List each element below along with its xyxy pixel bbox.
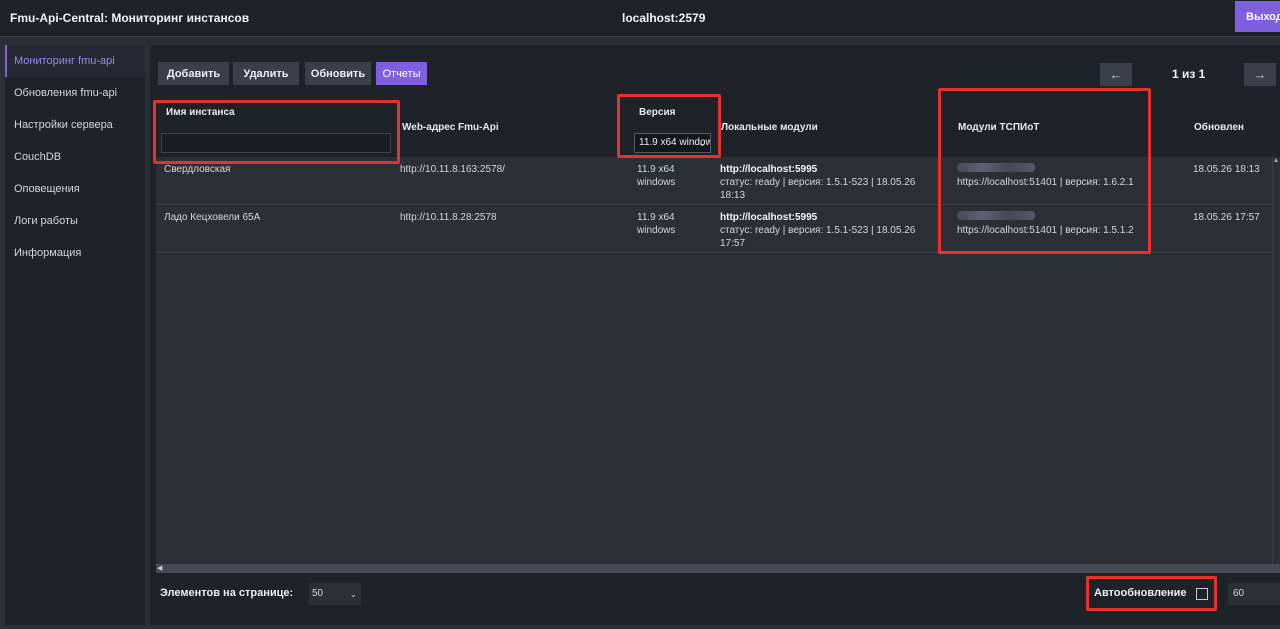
instances-table: Имя инстанса Web-адрес Fmu-Api Версия 11… — [156, 95, 1280, 573]
horizontal-scrollbar[interactable]: ◀ — [156, 564, 1280, 573]
col-version-header[interactable]: Версия — [639, 107, 675, 118]
instance-url: http://10.11.8.28:2578 — [400, 212, 497, 223]
sidebar-item-updates[interactable]: Обновления fmu-api — [5, 77, 145, 109]
scroll-up-icon[interactable]: ▲ — [1272, 157, 1280, 167]
sidebar-item-monitoring[interactable]: Мониторинг fmu-api — [5, 45, 145, 77]
refresh-interval-input[interactable]: 60 — [1228, 583, 1280, 605]
local-module-url: http://localhost:5995 — [720, 212, 818, 223]
chevron-down-icon: ⌄ — [349, 589, 357, 599]
tspiot-module-info: https://localhost:51401 | версия: 1.6.2.… — [957, 177, 1134, 188]
col-updated-header[interactable]: Обновлен — [1194, 122, 1244, 133]
updated-at: 18.05.26 17:57 — [1193, 212, 1260, 223]
app-title: Fmu-Api-Central: Мониторинг инстансов — [10, 11, 250, 25]
instance-name: Свердловская — [164, 164, 231, 175]
local-modules: http://localhost:5995 статус: ready | ве… — [720, 163, 940, 202]
sidebar: Мониторинг fmu-api Обновления fmu-api На… — [5, 45, 145, 625]
sidebar-item-info[interactable]: Информация — [5, 237, 145, 269]
local-module-time: 17:57 — [720, 238, 746, 249]
instance-url: http://10.11.8.163:2578/ — [400, 164, 505, 175]
local-module-status: статус: ready | версия: 1.5.1-523 | 18.0… — [720, 225, 916, 236]
col-name-header[interactable]: Имя инстанса — [166, 107, 235, 118]
tspiot-modules: https://localhost:51401 | версия: 1.6.2.… — [957, 163, 1134, 189]
instance-name: Ладо Кецховели 65А — [164, 212, 261, 223]
table-row[interactable]: Свердловская http://10.11.8.163:2578/ 11… — [156, 157, 1272, 205]
auto-refresh-label: Автообновление — [1094, 587, 1187, 599]
vertical-scrollbar[interactable] — [1272, 157, 1280, 567]
delete-button[interactable]: Удалить — [233, 62, 299, 85]
app-header: Fmu-Api-Central: Мониторинг инстансов lo… — [0, 0, 1280, 37]
instance-version: 11.9 x64 windows — [637, 163, 675, 189]
name-filter-input[interactable] — [161, 133, 391, 153]
version-line: 11.9 x64 — [637, 212, 675, 223]
col-local-modules-header[interactable]: Локальные модули — [721, 122, 818, 133]
per-page-label: Элементов на странице: — [160, 587, 294, 599]
instance-version: 11.9 x64 windows — [637, 211, 675, 237]
version-line: windows — [637, 177, 676, 188]
version-filter-select[interactable]: 11.9 x64 windows ⌄ — [634, 133, 711, 153]
sidebar-item-logs[interactable]: Логи работы — [5, 205, 145, 237]
chevron-down-icon: ⌄ — [698, 138, 706, 148]
version-line: windows — [637, 225, 676, 236]
redacted-text — [957, 211, 1035, 220]
sidebar-item-server-settings[interactable]: Настройки сервера — [5, 109, 145, 141]
col-tspiot-header[interactable]: Модули ТСПИоТ — [958, 122, 1039, 133]
host-label: localhost:2579 — [622, 11, 706, 25]
tspiot-module-info: https://localhost:51401 | версия: 1.5.1.… — [957, 225, 1134, 236]
add-button[interactable]: Добавить — [158, 62, 229, 85]
refresh-button[interactable]: Обновить — [305, 62, 371, 85]
next-page-button[interactable]: → — [1244, 63, 1276, 86]
redacted-text — [957, 163, 1035, 172]
prev-page-button[interactable]: ← — [1100, 63, 1132, 86]
main-panel: Добавить Удалить Обновить Отчеты ← 1 из … — [150, 45, 1280, 625]
local-module-status: статус: ready | версия: 1.5.1-523 | 18.0… — [720, 177, 916, 188]
auto-refresh-checkbox[interactable] — [1196, 588, 1208, 600]
per-page-value: 50 — [312, 588, 324, 599]
per-page-select[interactable]: 50 ⌄ — [309, 583, 361, 605]
local-module-time: 18:13 — [720, 190, 746, 201]
local-module-url: http://localhost:5995 — [720, 164, 818, 175]
sidebar-item-couchdb[interactable]: CouchDB — [5, 141, 145, 173]
local-modules: http://localhost:5995 статус: ready | ве… — [720, 211, 940, 250]
logout-button[interactable]: Выход — [1235, 1, 1280, 32]
sidebar-item-notifications[interactable]: Оповещения — [5, 173, 145, 205]
version-line: 11.9 x64 — [637, 164, 675, 175]
col-url-header[interactable]: Web-адрес Fmu-Api — [402, 122, 499, 133]
table-row[interactable]: Ладо Кецховели 65А http://10.11.8.28:257… — [156, 205, 1272, 253]
tspiot-modules: https://localhost:51401 | версия: 1.5.1.… — [957, 211, 1134, 237]
table-header: Имя инстанса Web-адрес Fmu-Api Версия 11… — [156, 95, 1280, 157]
updated-at: 18.05.26 18:13 — [1193, 164, 1260, 175]
reports-button[interactable]: Отчеты — [376, 62, 427, 85]
scroll-left-icon[interactable]: ◀ — [157, 564, 162, 573]
page-info: 1 из 1 — [1172, 67, 1206, 81]
